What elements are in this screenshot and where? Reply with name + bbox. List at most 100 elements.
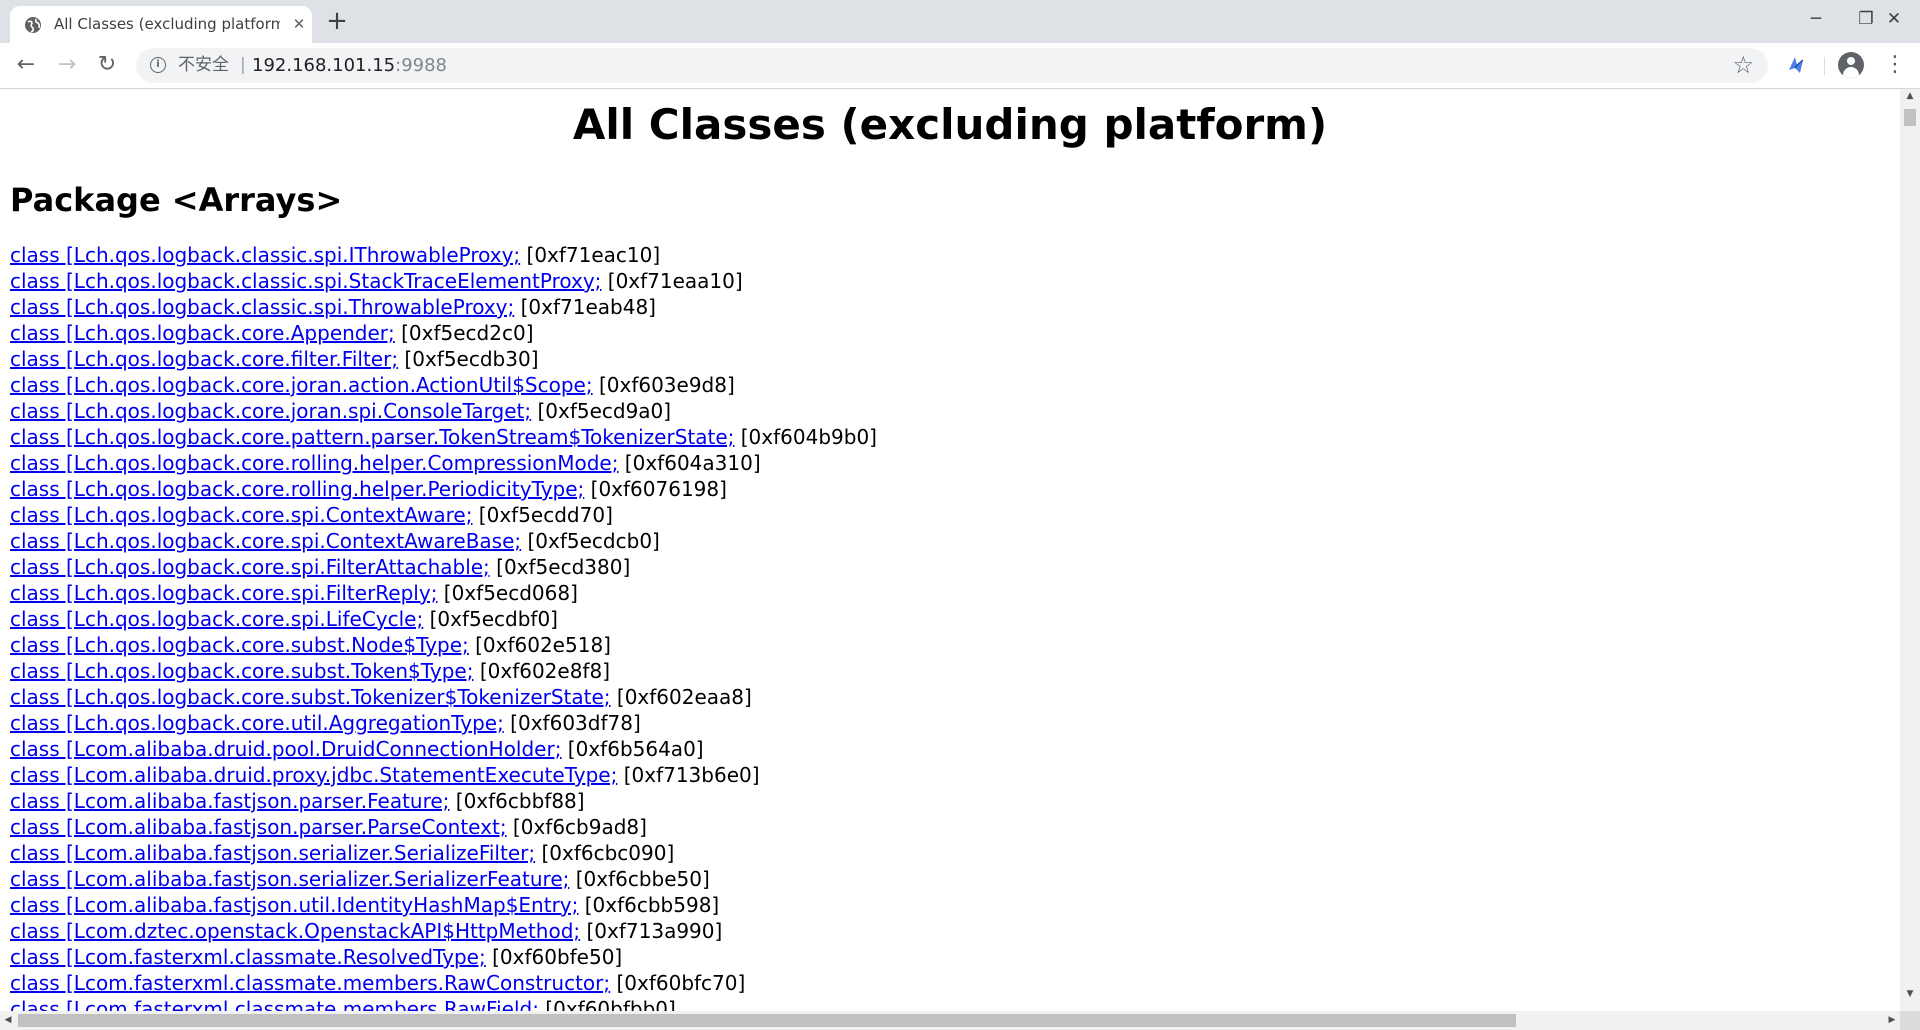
class-address: [0xf6cbbe50] [569,867,710,891]
class-address: [0xf71eaa10] [601,269,743,293]
class-address: [0xf60bfe50] [485,945,623,969]
class-link[interactable]: class [Lcom.fasterxml.classmate.Resolved… [10,945,486,969]
class-link[interactable]: class [Lch.qos.logback.core.rolling.help… [10,477,584,501]
class-link[interactable]: class [Lch.qos.logback.core.spi.FilterRe… [10,581,437,605]
class-address: [0xf60bfbb0] [538,997,676,1011]
page-title: All Classes (excluding platform) [572,100,1328,149]
class-link[interactable]: class [Lcom.alibaba.fastjson.serializer.… [10,867,569,891]
class-row: class [Lch.qos.logback.core.subst.Node$T… [10,632,877,658]
class-link[interactable]: class [Lcom.alibaba.fastjson.util.Identi… [10,893,578,917]
class-row: class [Lcom.alibaba.druid.pool.DruidConn… [10,736,877,762]
back-button[interactable]: ← [12,51,40,79]
class-row: class [Lch.qos.logback.core.filter.Filte… [10,346,877,372]
class-row: class [Lch.qos.logback.core.subst.Token$… [10,658,877,684]
class-row: class [Lch.qos.logback.core.spi.ContextA… [10,502,877,528]
class-row: class [Lcom.alibaba.fastjson.util.Identi… [10,892,877,918]
bookmark-star-icon[interactable]: ☆ [1732,52,1754,78]
class-link[interactable]: class [Lch.qos.logback.core.Appender; [10,321,395,345]
close-window-button[interactable]: ✕ [1870,0,1918,38]
class-address: [0xf6cbbf88] [449,789,585,813]
class-link[interactable]: class [Lch.qos.logback.core.joran.action… [10,373,593,397]
class-row: class [Lch.qos.logback.core.pattern.pars… [10,424,877,450]
class-link[interactable]: class [Lch.qos.logback.core.filter.Filte… [10,347,398,371]
class-link[interactable]: class [Lch.qos.logback.classic.spi.Throw… [10,295,514,319]
scroll-down-icon[interactable]: ▼ [1900,987,1920,1001]
class-row: class [Lcom.alibaba.druid.proxy.jdbc.Sta… [10,762,877,788]
url-host: 192.168.101.15 [252,55,396,76]
class-link[interactable]: class [Lch.qos.logback.core.subst.Tokeni… [10,685,611,709]
url-text[interactable]: 192.168.101.15:9988 [252,55,447,76]
browser-tab[interactable]: All Classes (excluding platform) ✕ [10,6,312,43]
class-address: [0xf5ecd068] [437,581,578,605]
class-link[interactable]: class [Lch.qos.logback.core.pattern.pars… [10,425,734,449]
account-icon[interactable] [1838,52,1864,78]
omnibox-separator: | [240,55,246,75]
tab-close-icon[interactable]: ✕ [288,13,310,35]
class-row: class [Lch.qos.logback.core.spi.FilterRe… [10,580,877,606]
class-link[interactable]: class [Lch.qos.logback.core.spi.ContextA… [10,529,521,553]
class-address: [0xf5ecdd70] [472,503,613,527]
class-address: [0xf5ecdbf0] [423,607,558,631]
security-label[interactable]: 不安全 [178,55,229,76]
info-icon[interactable]: i [150,57,166,73]
forward-button[interactable]: → [53,51,81,79]
class-row: class [Lch.qos.logback.core.rolling.help… [10,476,877,502]
horizontal-scrollbar[interactable]: ◀ ▶ [0,1011,1900,1030]
class-link[interactable]: class [Lcom.alibaba.fastjson.parser.Pars… [10,815,507,839]
class-link[interactable]: class [Lch.qos.logback.core.joran.spi.Co… [10,399,531,423]
scrollbar-corner [1900,1011,1920,1030]
browser-toolbar: ← → ↻ i 不安全 | 192.168.101.15:9988 ☆ ⋮ [0,43,1920,89]
class-address: [0xf604b9b0] [734,425,877,449]
class-link[interactable]: class [Lch.qos.logback.core.subst.Token$… [10,659,473,683]
address-bar[interactable]: i 不安全 | 192.168.101.15:9988 ☆ [136,48,1768,83]
class-link[interactable]: class [Lcom.alibaba.druid.pool.DruidConn… [10,737,561,761]
class-row: class [Lcom.fasterxml.classmate.members.… [10,996,877,1011]
scroll-right-icon[interactable]: ▶ [1884,1011,1900,1030]
account-body [1843,67,1859,78]
class-row: class [Lch.qos.logback.core.Appender; [0… [10,320,877,346]
class-address: [0xf6cbc090] [535,841,675,865]
scroll-up-icon[interactable]: ▲ [1900,89,1920,103]
class-link[interactable]: class [Lcom.fasterxml.classmate.members.… [10,971,610,995]
class-row: class [Lcom.alibaba.fastjson.parser.Feat… [10,788,877,814]
class-link[interactable]: class [Lcom.dztec.openstack.OpenstackAPI… [10,919,580,943]
menu-icon[interactable]: ⋮ [1884,51,1906,79]
class-address: [0xf6cbb598] [578,893,720,917]
class-row: class [Lcom.dztec.openstack.OpenstackAPI… [10,918,877,944]
class-row: class [Lch.qos.logback.classic.spi.IThro… [10,242,877,268]
scroll-left-icon[interactable]: ◀ [0,1011,16,1030]
class-link[interactable]: class [Lch.qos.logback.core.spi.LifeCycl… [10,607,423,631]
class-link[interactable]: class [Lch.qos.logback.core.spi.FilterAt… [10,555,490,579]
class-link[interactable]: class [Lcom.alibaba.fastjson.serializer.… [10,841,535,865]
package-heading: Package <Arrays> [10,181,343,219]
class-address: [0xf71eab48] [514,295,656,319]
class-link[interactable]: class [Lcom.alibaba.druid.proxy.jdbc.Sta… [10,763,617,787]
class-link[interactable]: class [Lch.qos.logback.core.spi.ContextA… [10,503,472,527]
tab-title: All Classes (excluding platform) [54,15,280,33]
class-link[interactable]: class [Lch.qos.logback.core.subst.Node$T… [10,633,469,657]
toolbar-divider [1824,57,1825,75]
class-address: [0xf60bfc70] [610,971,746,995]
class-link[interactable]: class [Lcom.fasterxml.classmate.members.… [10,997,539,1011]
horizontal-scroll-thumb[interactable] [18,1014,1516,1027]
vertical-scroll-thumb[interactable] [1904,109,1916,126]
class-address: [0xf602e518] [468,633,611,657]
class-row: class [Lch.qos.logback.classic.spi.Stack… [10,268,877,294]
extension-icon[interactable] [1782,51,1810,79]
class-link[interactable]: class [Lch.qos.logback.core.util.Aggrega… [10,711,504,735]
class-link[interactable]: class [Lcom.alibaba.fastjson.parser.Feat… [10,789,449,813]
class-address: [0xf713b6e0] [617,763,760,787]
class-row: class [Lcom.alibaba.fastjson.serializer.… [10,866,877,892]
class-address: [0xf6076198] [584,477,727,501]
globe-icon [25,17,41,33]
minimize-button[interactable]: ─ [1792,0,1840,38]
class-link[interactable]: class [Lch.qos.logback.core.rolling.help… [10,451,618,475]
new-tab-button[interactable]: + [322,7,352,37]
class-link[interactable]: class [Lch.qos.logback.classic.spi.IThro… [10,243,520,267]
class-address: [0xf6cb9ad8] [506,815,647,839]
reload-button[interactable]: ↻ [93,51,121,79]
class-row: class [Lch.qos.logback.core.subst.Tokeni… [10,684,877,710]
class-address: [0xf5ecdb30] [398,347,539,371]
vertical-scrollbar[interactable]: ▲ ▼ [1900,89,1920,1011]
class-link[interactable]: class [Lch.qos.logback.classic.spi.Stack… [10,269,601,293]
